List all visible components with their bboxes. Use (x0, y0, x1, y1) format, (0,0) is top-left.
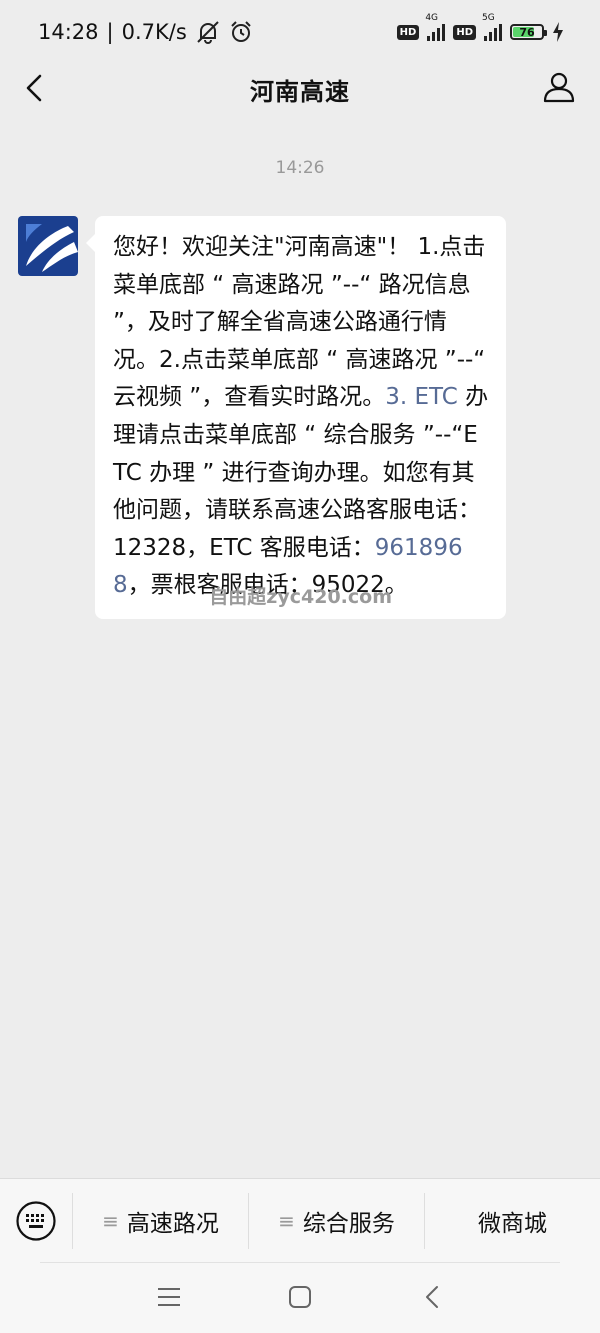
menu-item-label: 微商城 (478, 1210, 547, 1237)
sim2-hd-badge: HD (453, 24, 476, 40)
back-icon[interactable] (420, 1284, 446, 1310)
keyboard-toggle-button[interactable] (0, 1179, 72, 1263)
nav-divider (40, 1262, 560, 1263)
battery-level: 76 (519, 25, 535, 39)
keyboard-icon (16, 1200, 56, 1241)
sim1-network-label: 4G (425, 13, 439, 23)
status-right: HD 4G HD 5G 76 (396, 13, 564, 43)
home-icon[interactable] (287, 1284, 313, 1310)
status-separator: | (106, 20, 114, 44)
net-speed: 0.7K/s (121, 20, 187, 44)
menu-item-label: 综合服务 (302, 1210, 395, 1237)
status-left: 14:28 | 0.7K/s (38, 20, 253, 44)
page-title: 河南高速 (250, 78, 350, 106)
profile-icon[interactable] (542, 70, 576, 104)
message-timestamp: 14:26 (275, 158, 325, 178)
watermark: 自由超zyc420.com (209, 585, 392, 608)
menu-list-icon: ≡ (278, 1208, 295, 1233)
menu-bar: ≡ 高速路况 ≡ 综合服务 微商城 (0, 1178, 600, 1262)
menu-item-expressway-traffic[interactable]: ≡ 高速路况 (72, 1192, 248, 1249)
system-nav-bar (0, 1262, 600, 1333)
status-time: 14:28 (38, 20, 99, 44)
sim1-hd-badge: HD (396, 24, 420, 40)
etc-number-link[interactable]: 3. ETC (385, 384, 458, 410)
menu-list-icon: ≡ (102, 1208, 119, 1233)
alarm-icon (231, 21, 251, 42)
sim2-network-label: 5G (482, 13, 495, 23)
menu-item-integrated-services[interactable]: ≡ 综合服务 (248, 1192, 424, 1249)
chat-header: 河南高速 (0, 64, 600, 112)
menu-icon[interactable] (156, 1284, 182, 1310)
status-bar: 14:28 | 0.7K/s HD 4G HD 5G 76 (0, 0, 600, 64)
signal-icon: 5G (482, 13, 502, 41)
menu-item-label: 高速路况 (126, 1210, 219, 1237)
menu-item-micro-mall[interactable]: 微商城 (424, 1192, 600, 1249)
muted-bell-icon (197, 21, 219, 44)
battery-icon: 76 (510, 24, 547, 40)
charging-icon (553, 22, 563, 42)
avatar[interactable] (18, 216, 78, 276)
message-bubble: 您好！欢迎关注"河南高速"！ 1.点击菜单底部 “ 高速路况 ”--“ 路况信息… (86, 216, 506, 619)
signal-icon: 4G (425, 13, 446, 41)
henan-expressway-logo-icon (18, 216, 78, 276)
